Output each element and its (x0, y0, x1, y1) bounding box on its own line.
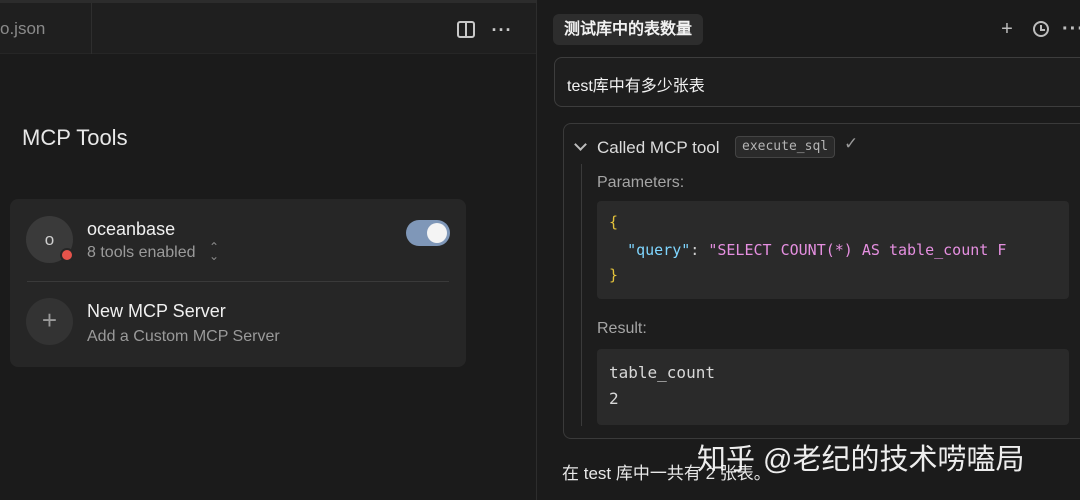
page-title: MCP Tools (22, 125, 128, 150)
parameters-code-block: { "query": "SELECT COUNT(*) AS table_cou… (597, 201, 1069, 299)
json-open-brace: { (609, 213, 619, 231)
parameters-label: Parameters: (597, 174, 685, 191)
plus-icon[interactable]: + (26, 298, 73, 345)
server-name: oceanbase (87, 219, 176, 239)
toggle-knob (427, 223, 447, 243)
more-horizontal-icon[interactable]: ··· (1062, 16, 1080, 42)
chat-panel: 测试库中的表数量 + ··· test库中有多少张表 Called MCP to… (537, 0, 1080, 500)
mcp-server-card: o oceanbase 8 tools enabled ⌃ ⌄ + New MCP… (10, 199, 466, 367)
json-colon: : (690, 241, 709, 259)
json-close-brace: } (609, 266, 619, 284)
tool-call-label[interactable]: Called MCP tool (597, 138, 720, 158)
check-icon: ✓ (844, 134, 859, 153)
chat-title[interactable]: 测试库中的表数量 (553, 14, 704, 45)
more-horizontal-icon[interactable]: ··· (491, 19, 513, 41)
divider (27, 281, 449, 282)
json-value: "SELECT COUNT(*) AS table_count F (708, 241, 1007, 259)
chevron-updown-icon[interactable]: ⌃ ⌄ (209, 241, 219, 262)
mcp-settings-panel: o.json ··· MCP Tools o oceanbase 8 tools… (0, 0, 536, 500)
new-mcp-server-button[interactable]: New MCP Server (87, 301, 226, 322)
server-status-dot (60, 248, 74, 262)
history-icon[interactable] (1030, 16, 1052, 42)
watermark: 知乎 @老纪的技术唠嗑局 (697, 444, 1025, 476)
editor-tab-bar: o.json ··· (0, 0, 536, 54)
code-line: { (609, 213, 618, 231)
result-label: Result: (597, 320, 647, 337)
server-enable-toggle[interactable] (406, 220, 450, 246)
user-message: test库中有多少张表 (554, 57, 1080, 107)
tool-name-badge: execute_sql (735, 136, 836, 158)
editor-tab[interactable]: o.json (0, 3, 92, 54)
new-mcp-server-subtitle: Add a Custom MCP Server (87, 328, 280, 345)
editor-tab-label: o.json (0, 19, 46, 38)
code-line: } (609, 266, 618, 284)
new-chat-plus-icon[interactable]: + (996, 16, 1018, 42)
split-view-icon[interactable] (455, 19, 477, 41)
code-line: "query": "SELECT COUNT(*) AS table_count… (609, 241, 1006, 259)
json-key: "query" (627, 241, 691, 259)
tree-guide-line (581, 164, 582, 426)
server-tools-enabled[interactable]: 8 tools enabled (87, 244, 196, 262)
result-value: 2 (609, 389, 619, 408)
result-code-block: table_count 2 (597, 349, 1069, 425)
chevron-down-icon[interactable] (574, 138, 587, 151)
tool-call-block: Called MCP tool execute_sql ✓ Parameters… (563, 123, 1080, 439)
result-header: table_count (609, 363, 715, 382)
